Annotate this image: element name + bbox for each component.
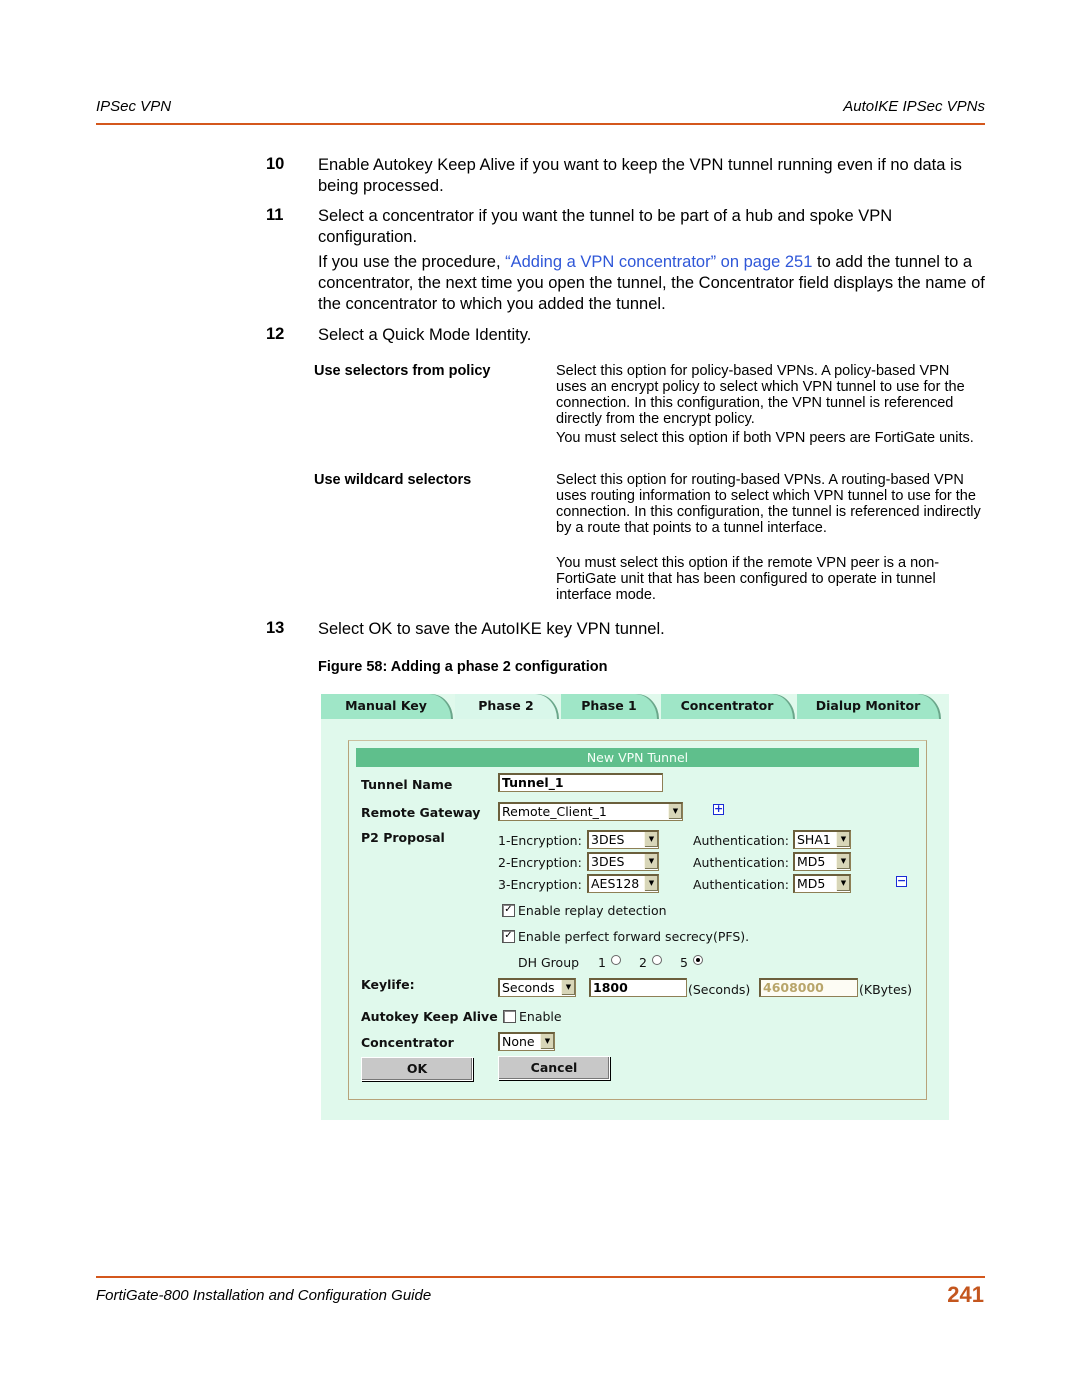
step-number: 12 [266,325,285,343]
panel-title: New VPN Tunnel [356,748,919,767]
keylife-label: Keylife: [361,977,415,992]
authentication-1-label: Authentication: [693,833,789,848]
chevron-down-icon: ▼ [836,876,850,891]
step-text: Select OK to save the AutoIKE key VPN tu… [318,620,665,638]
header-rule [96,123,985,125]
header-section-title: IPSec VPN [96,98,172,115]
step-number: 13 [266,619,285,637]
keep-alive-checkbox[interactable] [503,1010,516,1023]
encryption-1-value: 3DES [591,832,625,847]
authentication-2-value: MD5 [797,854,826,869]
ok-button[interactable]: OK [361,1057,473,1081]
authentication-1-select[interactable]: SHA1 ▼ [793,830,851,849]
tab-phase-2[interactable]: Phase 2 [455,694,557,719]
step-text: Select a Quick Mode Identity. [318,326,532,344]
authentication-2-label: Authentication: [693,855,789,870]
footer-rule [96,1276,985,1278]
authentication-3-select[interactable]: MD5 ▼ [793,874,851,893]
tunnel-name-input[interactable]: Tunnel_1 [498,773,663,792]
keylife-unit-select[interactable]: Seconds ▼ [498,978,576,997]
page-number: 241 [947,1282,984,1307]
chevron-down-icon: ▼ [668,804,682,819]
step-number: 10 [266,155,285,173]
definition-term: Use wildcard selectors [314,472,472,488]
chevron-down-icon: ▼ [836,854,850,869]
encryption-1-label: 1-Encryption: [498,833,582,848]
encryption-3-label: 3-Encryption: [498,877,582,892]
keylife-unit-value: Seconds [502,980,555,995]
authentication-1-value: SHA1 [797,832,831,847]
authentication-2-select[interactable]: MD5 ▼ [793,852,851,871]
tab-concentrator[interactable]: Concentrator [661,694,793,719]
authentication-3-label: Authentication: [693,877,789,892]
vpn-config-screenshot: Manual Key Phase 2 Phase 1 Concentrator … [321,694,949,1120]
dh-group-label: DH Group [518,955,580,970]
definition-term: Use selectors from policy [314,363,491,379]
chevron-down-icon: ▼ [644,854,658,869]
encryption-3-value: AES128 [591,876,640,891]
minus-square-icon[interactable]: − [896,875,907,887]
footer-guide-title: FortiGate-800 Installation and Configura… [96,1287,432,1304]
definition-desc: You must select this option if both VPN … [556,430,974,446]
keylife-kbytes-input[interactable]: 4608000 [759,978,858,997]
figure-caption: Figure 58: Adding a phase 2 configuratio… [318,659,608,675]
concentrator-select[interactable]: None ▼ [498,1032,555,1051]
new-vpn-tunnel-panel: New VPN Tunnel Tunnel Name Tunnel_1 Remo… [348,740,927,1100]
keep-alive-enable-label: Enable [519,1009,562,1024]
dh-group-1-radio[interactable] [611,955,621,965]
dh-group-option-label: 5 [680,955,688,970]
dh-group-option-label: 2 [639,955,647,970]
concentrator-page-link[interactable]: “Adding a VPN concentrator” on page 251 [505,253,812,271]
tunnel-name-label: Tunnel Name [361,777,453,792]
encryption-1-select[interactable]: 3DES ▼ [587,830,659,849]
definition-desc: You must select this option if the remot… [556,555,940,603]
seconds-unit-label: (Seconds) [688,982,751,997]
dh-group-5-radio[interactable] [693,955,703,965]
concentrator-label: Concentrator [361,1035,454,1050]
replay-detection-label: Enable replay detection [518,903,667,918]
definition-desc: Select this option for routing-based VPN… [556,472,981,536]
kbytes-unit-label: (KBytes) [859,982,913,997]
definition-desc: Select this option for policy-based VPNs… [556,363,965,427]
encryption-2-value: 3DES [591,854,625,869]
keylife-seconds-input[interactable]: 1800 [589,978,687,997]
encryption-2-select[interactable]: 3DES ▼ [587,852,659,871]
chevron-down-icon: ▼ [561,980,575,995]
tab-manual-key[interactable]: Manual Key [321,694,451,719]
cancel-button[interactable]: Cancel [498,1056,610,1080]
remote-gateway-value: Remote_Client_1 [502,804,607,819]
replay-detection-checkbox[interactable]: ✓ [502,904,515,917]
chevron-down-icon: ▼ [644,832,658,847]
concentrator-value: None [502,1034,535,1049]
chevron-down-icon: ▼ [540,1034,554,1049]
chevron-down-icon: ▼ [644,876,658,891]
encryption-3-select[interactable]: AES128 ▼ [587,874,659,893]
pfs-checkbox[interactable]: ✓ [502,930,515,943]
autokey-keep-alive-label: Autokey Keep Alive [361,1009,498,1024]
tab-bar: Manual Key Phase 2 Phase 1 Concentrator … [321,694,949,719]
step-text: Enable Autokey Keep Alive if you want to… [318,156,962,195]
pfs-label: Enable perfect forward secrecy(PFS). [518,929,750,944]
note-text: If you use the procedure, [318,253,506,271]
header-chapter-title: AutoIKE IPSec VPNs [843,98,985,115]
step-note: If you use the procedure, “Adding a VPN … [318,252,988,315]
chevron-down-icon: ▼ [836,832,850,847]
dh-group-option-label: 1 [598,955,606,970]
remote-gateway-select[interactable]: Remote_Client_1 ▼ [498,802,683,821]
authentication-3-value: MD5 [797,876,826,891]
step-number: 11 [266,206,284,224]
remote-gateway-label: Remote Gateway [361,805,481,820]
dh-group-2-radio[interactable] [652,955,662,965]
step-text: Select a concentrator if you want the tu… [318,207,893,246]
tab-dialup-monitor[interactable]: Dialup Monitor [797,694,939,719]
plus-square-icon[interactable]: + [713,803,724,815]
tab-phase-1[interactable]: Phase 1 [561,694,657,719]
p2-proposal-label: P2 Proposal [361,830,445,845]
encryption-2-label: 2-Encryption: [498,855,582,870]
